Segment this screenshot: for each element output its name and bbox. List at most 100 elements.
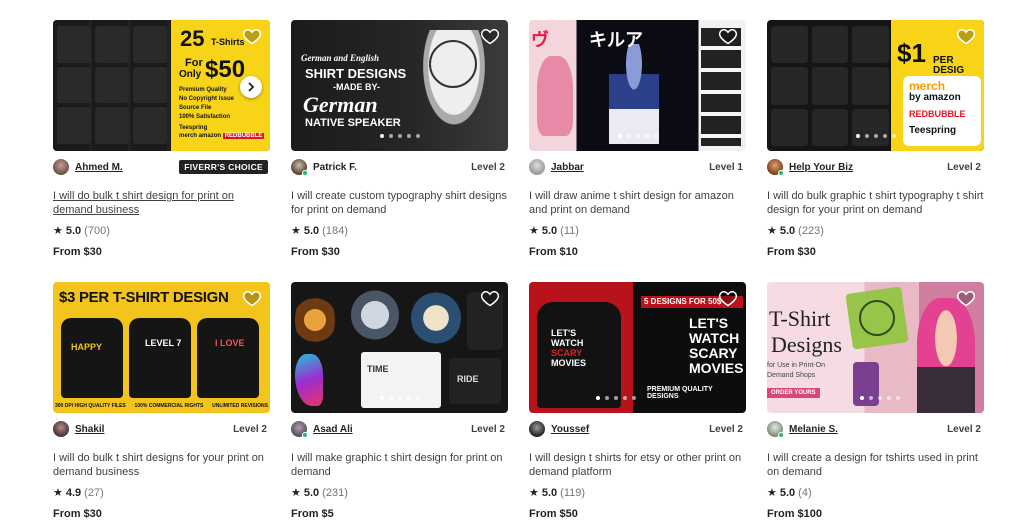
gig-price[interactable]: From $10	[529, 246, 578, 258]
gig-rating: ★ 5.0 (4)	[767, 486, 812, 500]
avatar[interactable]	[53, 159, 69, 175]
seller-name[interactable]: Shakil	[75, 424, 104, 435]
gig-price[interactable]: From $30	[767, 246, 816, 258]
rating-score: 5.0	[779, 486, 796, 499]
gig-rating: ★ 5.0 (223)	[767, 224, 824, 238]
review-count: (119)	[560, 486, 586, 499]
gig-price[interactable]: From $30	[53, 246, 102, 258]
seller-name[interactable]: Jabbar	[551, 162, 584, 173]
avatar[interactable]	[767, 159, 784, 176]
seller-level: Level 2	[947, 423, 981, 435]
rating-score: 5.0	[303, 486, 320, 499]
review-count: (11)	[560, 224, 579, 237]
gig-price[interactable]: From $30	[291, 246, 340, 258]
thumb-headline: $3 PER T-SHIRT DESIGN	[59, 289, 229, 306]
gig-price[interactable]: From $100	[767, 508, 822, 520]
thumb-logo: by amazon	[909, 92, 961, 103]
thumb-feature: 100% COMMERCIAL RIGHTS	[134, 403, 204, 409]
thumb-logo: amazon	[198, 133, 222, 139]
gig-title-link[interactable]: I will create a design for tshirts used …	[767, 451, 984, 479]
thumb-feature: UNLIMITED REVISIONS	[212, 403, 268, 409]
thumb-headline: LET'S WATCH SCARY MOVIES	[689, 315, 744, 376]
carousel-dots	[859, 396, 900, 400]
favorite-heart-icon[interactable]	[718, 288, 738, 308]
seller-name[interactable]: Ahmed M.	[75, 162, 123, 173]
gig-rating: ★ 5.0 (119)	[529, 486, 586, 500]
star-icon: ★	[53, 487, 63, 499]
review-count: (223)	[798, 224, 824, 237]
gig-thumbnail[interactable]: German and English SHIRT DESIGNS -MADE B…	[291, 20, 508, 151]
seller-name[interactable]: Melanie S.	[789, 424, 838, 435]
thumb-subtext: -MADE BY-	[333, 82, 380, 92]
gig-thumbnail[interactable]: TIME RIDE	[291, 282, 508, 413]
favorite-heart-icon[interactable]	[956, 26, 976, 46]
carousel-dots	[595, 396, 636, 400]
review-count: (231)	[322, 486, 348, 499]
gig-title-link[interactable]: I will do bulk t shirt designs for your …	[53, 451, 270, 479]
gig-title-link[interactable]: I will create custom typography shirt de…	[291, 189, 508, 217]
avatar[interactable]	[291, 159, 308, 176]
seller-name[interactable]: Youssef	[551, 424, 589, 435]
thumb-feature: Premium Quality	[179, 87, 227, 93]
avatar[interactable]	[529, 421, 545, 437]
favorite-heart-icon[interactable]	[480, 26, 500, 46]
carousel-dots	[617, 134, 658, 138]
thumb-feature: 300 DPI HIGH QUALITY FILES	[55, 403, 126, 409]
gig-thumbnail[interactable]: $1 PER DESIG merch by amazon REDBUBBLE T…	[767, 20, 984, 151]
thumb-subtext: ORDER YOURS	[767, 388, 820, 398]
gig-thumbnail[interactable]: ヴ キルア	[529, 20, 746, 151]
star-icon: ★	[291, 225, 301, 237]
online-status-dot	[302, 170, 308, 176]
seller-level: Level 2	[709, 423, 743, 435]
thumb-headline: T-Shirt	[769, 306, 831, 331]
online-status-dot	[302, 432, 308, 438]
thumb-subtext: For	[185, 57, 203, 69]
gig-card[interactable]: LET'S WATCH SCARY MOVIES 5 DESIGNS FOR 50$ …	[529, 282, 746, 520]
gig-card[interactable]: 25 T-Shirts For Only $50 Premium Quality…	[53, 20, 270, 258]
favorite-heart-icon[interactable]	[242, 26, 262, 46]
gig-card[interactable]: T-Shirt Designs for Use in Print-On Dema…	[767, 282, 984, 520]
gig-title-link[interactable]: I will do bulk graphic t shirt typograph…	[767, 189, 984, 217]
seller-level: Level 1	[709, 161, 743, 173]
gig-card[interactable]: $1 PER DESIG merch by amazon REDBUBBLE T…	[767, 20, 984, 258]
avatar[interactable]	[291, 421, 308, 438]
gig-thumbnail[interactable]: T-Shirt Designs for Use in Print-On Dema…	[767, 282, 984, 413]
gig-price[interactable]: From $30	[53, 508, 102, 520]
gig-card[interactable]: TIME RIDE Asad Ali Level 2 I will make g…	[291, 282, 508, 520]
gig-price[interactable]: From $50	[529, 508, 578, 520]
review-count: (700)	[84, 224, 110, 237]
thumb-headline: Designs	[771, 332, 842, 357]
gig-price[interactable]: From $5	[291, 508, 334, 520]
seller-name[interactable]: Help Your Biz	[789, 162, 853, 173]
gig-title-link[interactable]: I will draw anime t shirt design for ama…	[529, 189, 746, 217]
star-icon: ★	[291, 487, 301, 499]
gig-thumbnail[interactable]: $3 PER T-SHIRT DESIGN HAPPY LEVEL 7 I LO…	[53, 282, 270, 413]
seller-info: Patrick F. Level 2	[291, 159, 508, 176]
carousel-dots	[379, 396, 420, 400]
thumb-price: $50	[205, 56, 246, 83]
review-count: (184)	[322, 224, 348, 237]
seller-info: Youssef Level 2	[529, 421, 746, 437]
gig-thumbnail[interactable]: 25 T-Shirts For Only $50 Premium Quality…	[53, 20, 270, 151]
gig-title-link[interactable]: I will do bulk t shirt design for print …	[53, 189, 270, 217]
thumb-headline: SHIRT DESIGNS	[305, 66, 407, 81]
gig-title-link[interactable]: I will design t shirts for etsy or other…	[529, 451, 746, 479]
avatar[interactable]	[767, 421, 784, 438]
gig-card[interactable]: $3 PER T-SHIRT DESIGN HAPPY LEVEL 7 I LO…	[53, 282, 270, 520]
seller-name[interactable]: Asad Ali	[313, 424, 353, 435]
gig-title-link[interactable]: I will make graphic t shirt design for p…	[291, 451, 508, 479]
gig-card[interactable]: ヴ キルア Jabbar Level 1 I will draw anime t…	[529, 20, 746, 258]
thumb-price: $1	[897, 38, 926, 68]
gig-thumbnail[interactable]: LET'S WATCH SCARY MOVIES 5 DESIGNS FOR 50$ …	[529, 282, 746, 413]
gig-card[interactable]: German and English SHIRT DESIGNS -MADE B…	[291, 20, 508, 258]
next-image-button[interactable]	[240, 76, 262, 98]
thumb-headline: German	[303, 92, 378, 117]
avatar[interactable]	[529, 159, 545, 175]
favorite-heart-icon[interactable]	[480, 288, 500, 308]
rating-score: 5.0	[541, 224, 558, 237]
favorite-heart-icon[interactable]	[718, 26, 738, 46]
favorite-heart-icon[interactable]	[956, 288, 976, 308]
avatar[interactable]	[53, 421, 69, 437]
seller-name[interactable]: Patrick F.	[313, 162, 357, 173]
favorite-heart-icon[interactable]	[242, 288, 262, 308]
